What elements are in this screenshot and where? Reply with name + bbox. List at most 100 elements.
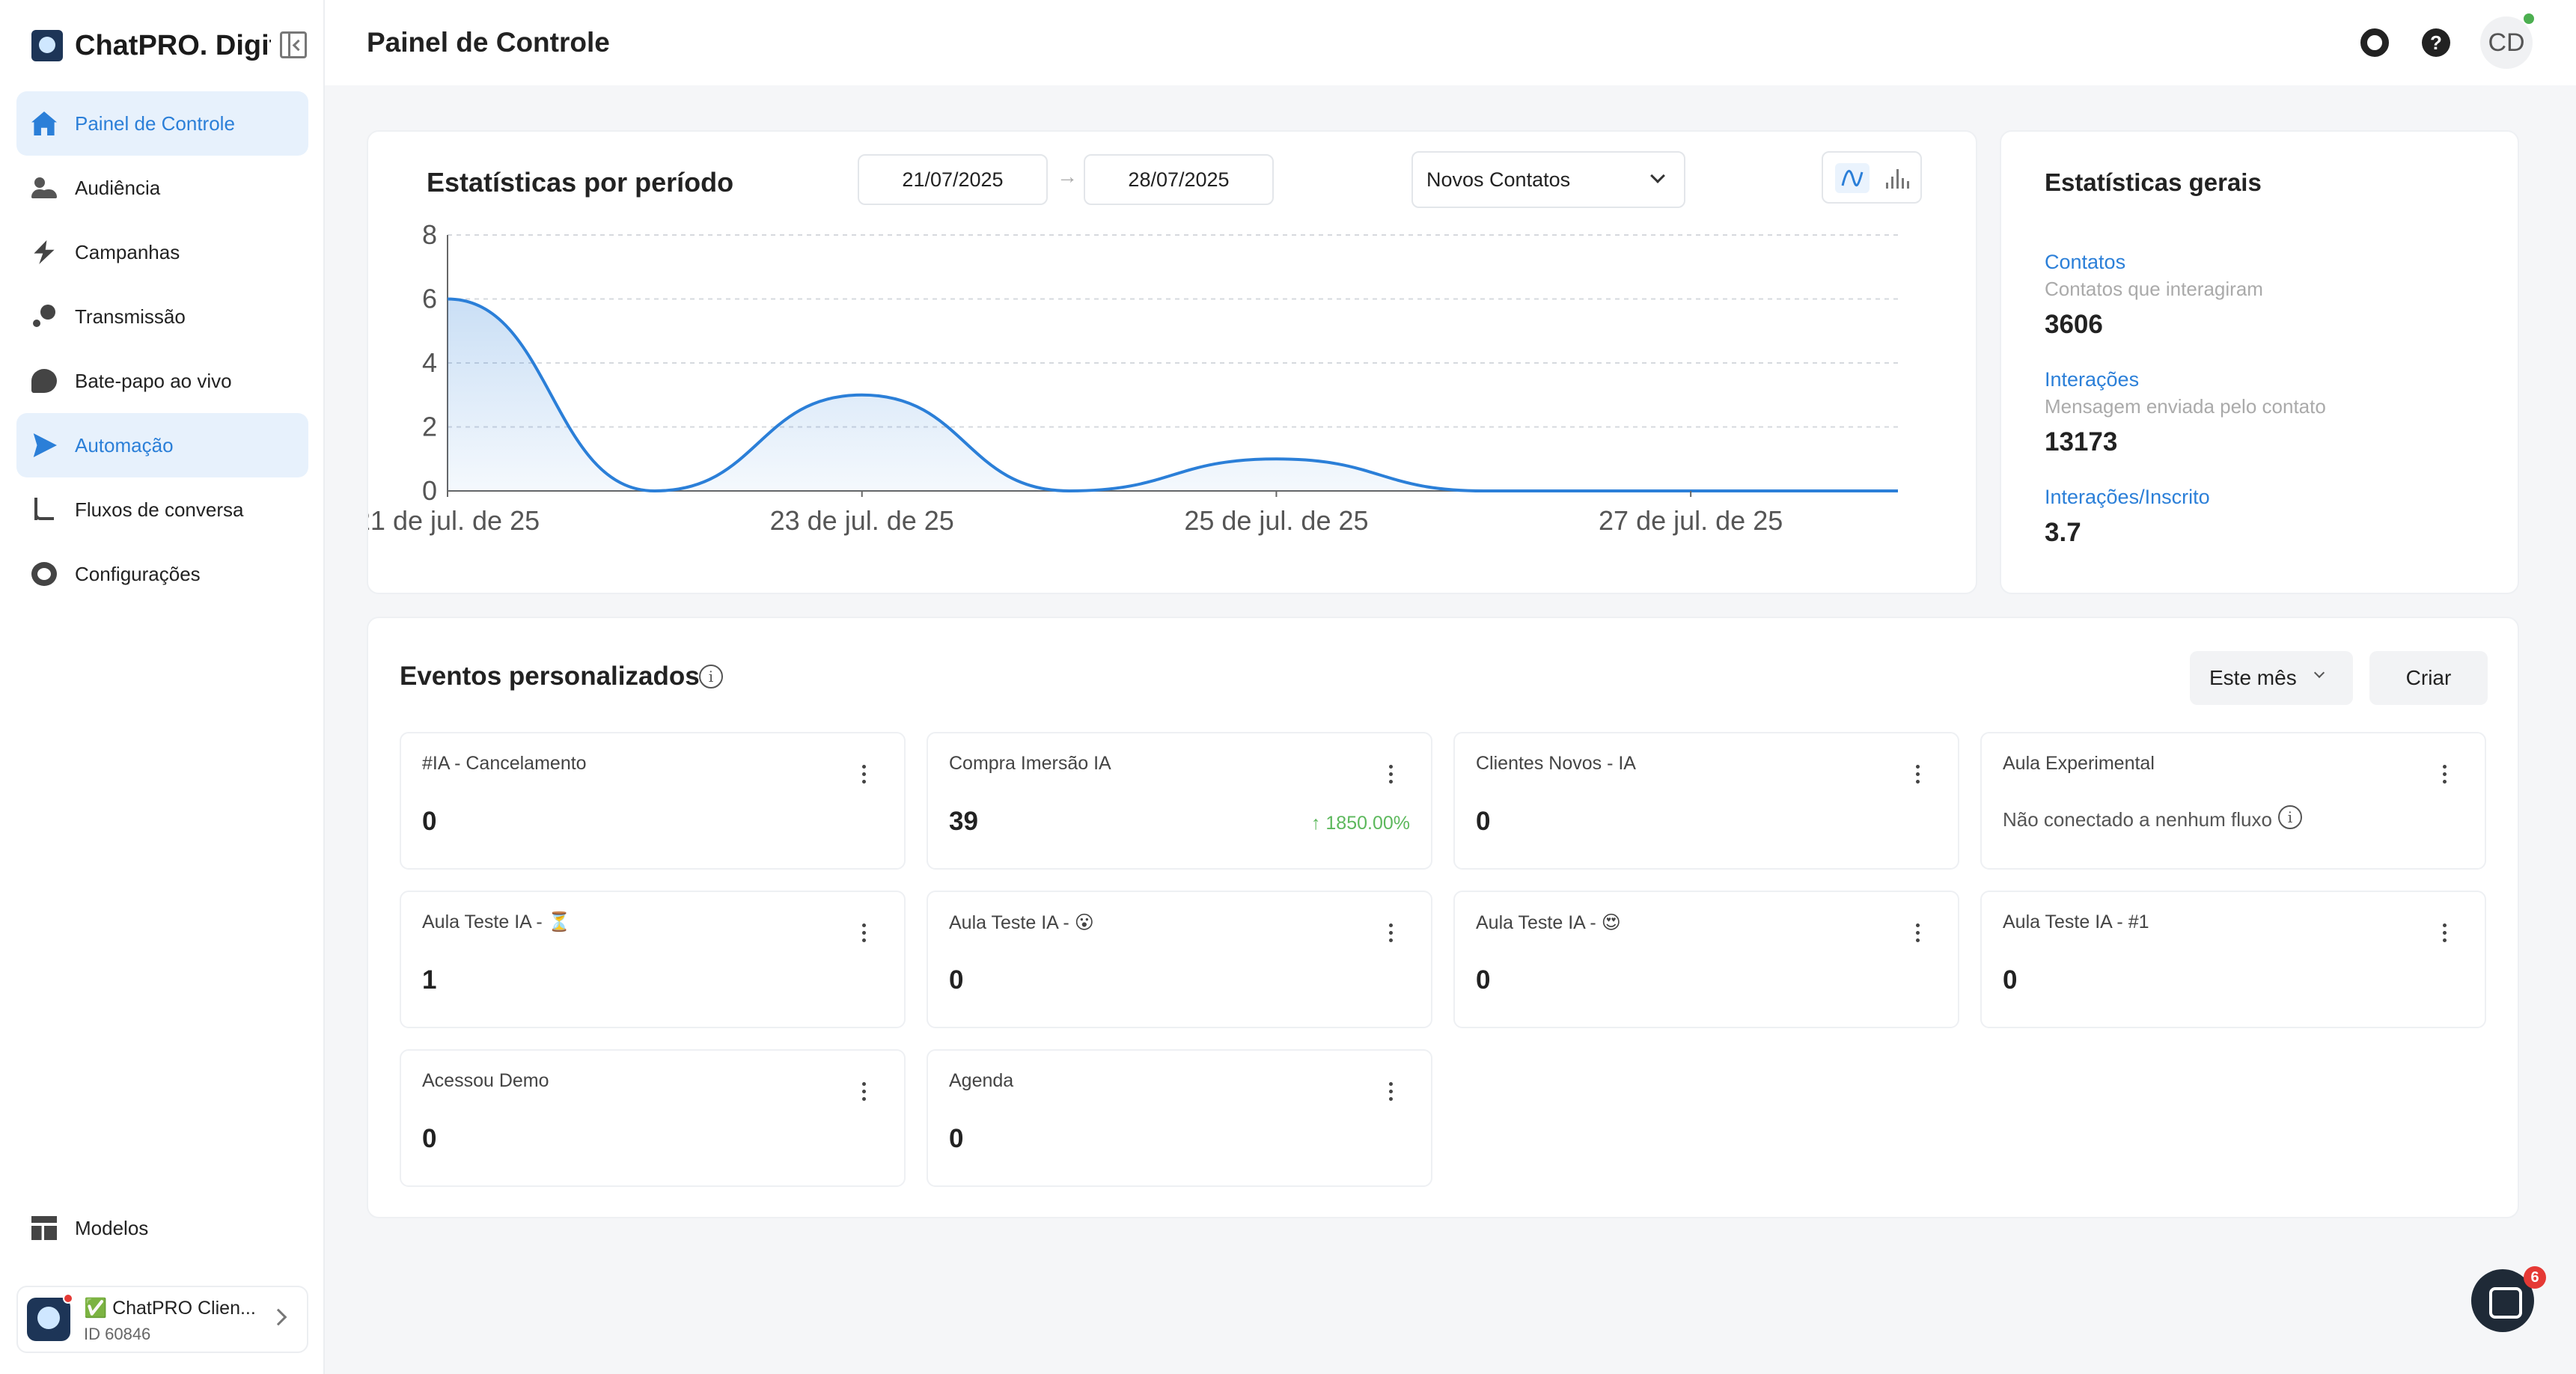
- event-card[interactable]: #IA - Cancelamento 0: [400, 732, 906, 870]
- more-vertical-icon[interactable]: [2441, 765, 2447, 786]
- sidebar-item-fluxos[interactable]: Fluxos de conversa: [16, 477, 308, 542]
- y-tick-label: 0: [422, 475, 437, 506]
- x-tick-label: 27 de jul. de 25: [1599, 505, 1783, 536]
- help-icon[interactable]: ?: [2422, 28, 2450, 57]
- users-icon: [31, 176, 57, 200]
- sidebar-item-modelos[interactable]: Modelos: [16, 1196, 308, 1260]
- page-title: Painel de Controle: [367, 27, 610, 58]
- event-name: Agenda: [949, 1070, 1014, 1091]
- event-name: Clientes Novos - IA: [1476, 753, 1636, 774]
- flow-icon: [31, 498, 57, 522]
- bar-chart-toggle[interactable]: [1880, 163, 1914, 193]
- event-card[interactable]: Aula Teste IA - ⏳ 1: [400, 891, 906, 1028]
- period-select[interactable]: Este mês: [2190, 651, 2353, 705]
- collapse-sidebar-icon[interactable]: [280, 31, 307, 58]
- stat-sublabel: Mensagem enviada pelo contato: [2045, 395, 2326, 418]
- stat-value: 13173: [2045, 427, 2118, 457]
- sidebar-item-configuracoes[interactable]: Configurações: [16, 542, 308, 606]
- event-card[interactable]: Clientes Novos - IA 0: [1453, 732, 1959, 870]
- sidebar-item-label: Configurações: [75, 563, 201, 585]
- event-value: 0: [2003, 965, 2018, 995]
- stat-label: Interações: [2045, 368, 2140, 391]
- sidebar-item-label: Bate-papo ao vivo: [75, 370, 232, 392]
- chevron-down-icon: [2313, 667, 2325, 679]
- chevron-down-icon: [1650, 168, 1665, 183]
- brand: ChatPRO. Digital: [31, 27, 308, 64]
- chat-icon: [31, 369, 57, 393]
- broadcast-icon: [31, 305, 57, 329]
- sidebar-item-audiencia[interactable]: Audiência: [16, 156, 308, 220]
- account-avatar: [27, 1298, 70, 1341]
- event-value: 39: [949, 807, 978, 836]
- series-line: [447, 297, 1898, 493]
- event-name: Aula Experimental: [2003, 753, 2155, 774]
- online-status-dot: [2524, 13, 2534, 24]
- event-value: 0: [949, 965, 964, 995]
- date-from-input[interactable]: 21/07/2025: [858, 154, 1048, 205]
- event-card[interactable]: Compra Imersão IA 39 ↑ 1850.00%: [927, 732, 1432, 870]
- notification-dot: [63, 1293, 73, 1304]
- event-card[interactable]: Aula Teste IA - #1 0: [1980, 891, 2486, 1028]
- event-card[interactable]: Aula Experimental Não conectado a nenhum…: [1980, 732, 2486, 870]
- event-card[interactable]: Agenda 0: [927, 1049, 1432, 1187]
- automation-icon: [33, 433, 57, 457]
- more-vertical-icon[interactable]: [861, 1082, 867, 1103]
- more-vertical-icon[interactable]: [2441, 923, 2447, 944]
- sidebar-item-painel-de-controle[interactable]: Painel de Controle: [16, 91, 308, 156]
- period-stats-title: Estatísticas por período: [427, 167, 734, 198]
- gear-icon: [31, 562, 57, 586]
- sidebar-item-label: Transmissão: [75, 305, 186, 328]
- brand-name: ChatPRO. Digital: [75, 30, 271, 61]
- event-name: Compra Imersão IA: [949, 753, 1111, 774]
- stat-value: 3606: [2045, 310, 2103, 339]
- account-switcher[interactable]: ✅ ChatPRO Clien... ID 60846: [16, 1286, 308, 1353]
- more-vertical-icon[interactable]: [1388, 765, 1394, 786]
- event-value: 0: [1476, 807, 1491, 836]
- more-vertical-icon[interactable]: [1914, 923, 1920, 944]
- sidebar-item-label: Modelos: [75, 1217, 149, 1239]
- event-card[interactable]: Aula Teste IA - 😮 0: [927, 891, 1432, 1028]
- info-icon[interactable]: i: [2278, 805, 2302, 829]
- custom-events-card: Eventos personalizados i Este mês Criar …: [367, 617, 2519, 1218]
- event-delta: ↑ 1850.00%: [1310, 813, 1410, 834]
- general-stats-title: Estatísticas gerais: [2045, 168, 2262, 196]
- event-name: Aula Teste IA - 😮: [949, 912, 1094, 933]
- arrow-right-icon: →: [1057, 165, 1078, 188]
- custom-events-title: Eventos personalizados: [400, 662, 700, 691]
- more-vertical-icon[interactable]: [1388, 923, 1394, 944]
- event-name: Aula Teste IA - #1: [2003, 912, 2149, 932]
- create-event-button[interactable]: Criar: [2369, 651, 2488, 705]
- unread-badge: 6: [2524, 1266, 2546, 1289]
- more-vertical-icon[interactable]: [861, 923, 867, 944]
- event-value: 0: [1476, 965, 1491, 995]
- brand-logo: [31, 30, 63, 61]
- sidebar-item-label: Audiência: [75, 177, 161, 199]
- x-tick-label: 23 de jul. de 25: [770, 505, 954, 536]
- stat-contacts: Contatos Contatos que interagiram 3606: [2045, 248, 2494, 347]
- event-name: Aula Teste IA - ⏳: [422, 912, 571, 932]
- more-vertical-icon[interactable]: [861, 765, 867, 786]
- home-icon: [31, 112, 57, 135]
- more-vertical-icon[interactable]: [1388, 1082, 1394, 1103]
- more-vertical-icon[interactable]: [1914, 765, 1920, 786]
- info-icon[interactable]: i: [699, 665, 723, 688]
- settings-gear-icon[interactable]: [2360, 28, 2389, 57]
- event-value: 0: [949, 1124, 964, 1153]
- sidebar-item-automacao[interactable]: Automação: [16, 413, 308, 477]
- period-select-value: Este mês: [2209, 666, 2297, 689]
- sidebar: ChatPRO. Digital Painel de Controle Audi…: [0, 0, 325, 1374]
- metric-select[interactable]: Novos Contatos: [1411, 151, 1685, 208]
- date-to-input[interactable]: 28/07/2025: [1084, 154, 1274, 205]
- stat-value: 3.7: [2045, 518, 2081, 547]
- sidebar-item-campanhas[interactable]: Campanhas: [16, 220, 308, 284]
- line-chart-toggle[interactable]: [1835, 163, 1870, 193]
- sidebar-item-transmissao[interactable]: Transmissão: [16, 284, 308, 349]
- event-name: Acessou Demo: [422, 1070, 549, 1091]
- event-card[interactable]: Aula Teste IA - 😍 0: [1453, 891, 1959, 1028]
- user-avatar[interactable]: CD: [2480, 16, 2533, 69]
- stat-interactions-per-subscriber: Interações/Inscrito 3.7: [2045, 483, 2494, 555]
- sidebar-item-label: Campanhas: [75, 241, 180, 263]
- event-card[interactable]: Acessou Demo 0: [400, 1049, 906, 1187]
- sidebar-item-bate-papo[interactable]: Bate-papo ao vivo: [16, 349, 308, 413]
- x-tick-label: 21 de jul. de 25: [368, 505, 540, 536]
